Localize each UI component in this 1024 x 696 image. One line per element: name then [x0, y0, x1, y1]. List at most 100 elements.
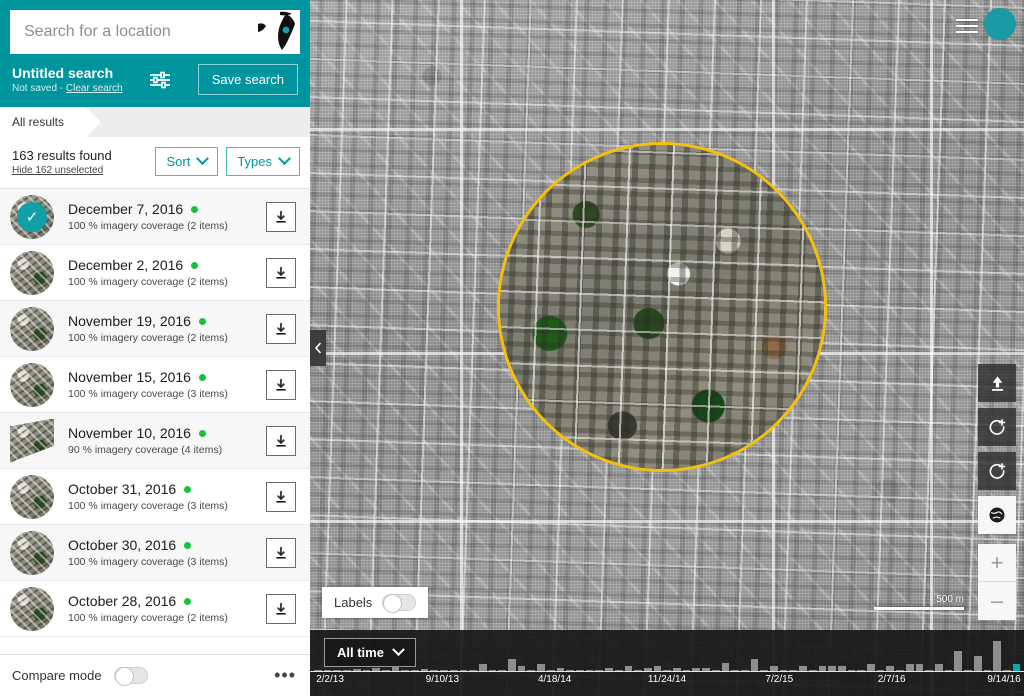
histogram-bar[interactable]: [508, 659, 516, 671]
save-search-button[interactable]: Save search: [197, 64, 298, 95]
download-button[interactable]: [266, 313, 296, 344]
aoi-imagery-fill: [500, 145, 824, 469]
map-road: [460, 0, 463, 696]
histogram-bar[interactable]: [750, 659, 759, 671]
list-item[interactable]: November 19, 2016 100 % imagery coverage …: [0, 301, 310, 357]
thumbnail-wrap: [0, 250, 64, 295]
result-date: October 28, 2016: [68, 593, 266, 609]
histogram-bar[interactable]: [478, 664, 487, 671]
result-date: October 31, 2016: [68, 481, 266, 497]
location-search-bar[interactable]: Search for a location: [10, 10, 300, 54]
list-item[interactable]: October 31, 2016 100 % imagery coverage (…: [0, 469, 310, 525]
basemap-switch-button[interactable]: [978, 496, 1016, 534]
download-button[interactable]: [266, 481, 296, 512]
globe-icon[interactable]: [256, 10, 300, 54]
sort-label: Sort: [166, 154, 191, 169]
list-item[interactable]: October 28, 2016 100 % imagery coverage (…: [0, 581, 310, 637]
result-date-label: November 10, 2016: [68, 425, 191, 441]
saved-search-meta: Untitled search Not saved - Clear search…: [10, 64, 300, 95]
histogram-bar[interactable]: [1012, 664, 1021, 671]
histogram-bar[interactable]: [915, 664, 924, 671]
results-list[interactable]: ✓ December 7, 2016 100 % imagery coverage …: [0, 189, 310, 654]
more-options-icon[interactable]: •••: [274, 665, 296, 686]
result-thumbnail[interactable]: ✓: [10, 194, 54, 239]
scale-bar-line: [874, 607, 964, 610]
sliders-filter-icon[interactable]: [149, 71, 171, 89]
list-item[interactable]: ✓ December 7, 2016 100 % imagery coverage …: [0, 189, 310, 245]
timeline-tick: 9/14/16: [987, 674, 1021, 685]
result-coverage: 100 % imagery coverage (2 items): [68, 332, 228, 344]
labels-toggle-switch[interactable]: [382, 594, 417, 613]
labels-toggle-container[interactable]: Labels: [322, 587, 429, 618]
histogram-bar[interactable]: [973, 656, 982, 671]
compare-mode-label: Compare mode: [12, 668, 102, 683]
map-canvas[interactable]: + – Labels 500 m: [310, 0, 1024, 696]
result-text: October 28, 2016 100 % imagery coverage (…: [64, 593, 266, 624]
zoom-in-button[interactable]: +: [978, 544, 1016, 582]
sidebar-footer: Compare mode •••: [0, 654, 310, 696]
list-item[interactable]: November 15, 2016 100 % imagery coverage …: [0, 357, 310, 413]
labels-toggle-label: Labels: [334, 595, 373, 610]
histogram-bar[interactable]: [721, 663, 730, 671]
result-thumbnail[interactable]: [10, 586, 54, 631]
result-thumbnail[interactable]: [10, 474, 54, 519]
download-button[interactable]: [266, 257, 296, 288]
result-thumbnail[interactable]: [10, 530, 54, 575]
histogram-bar[interactable]: [867, 664, 875, 671]
search-input-placeholder[interactable]: Search for a location: [24, 23, 171, 41]
result-text: November 19, 2016 100 % imagery coverage …: [64, 313, 266, 344]
result-thumbnail[interactable]: [10, 362, 54, 407]
download-button[interactable]: [266, 425, 296, 456]
result-text: December 7, 2016 100 % imagery coverage (…: [64, 201, 266, 232]
result-date: December 7, 2016: [68, 201, 266, 217]
timeline-panel[interactable]: All time 2/2/13 9/10/13 4/18/14 11/24/14 7/2…: [310, 630, 1024, 696]
result-text: November 10, 2016 90 % imagery coverage (…: [64, 425, 266, 456]
histogram-bar[interactable]: [993, 641, 1001, 671]
upload-aoi-button[interactable]: [978, 364, 1016, 402]
histogram-bar[interactable]: [954, 651, 963, 671]
map-scale-bar: 500 m: [874, 594, 964, 610]
zoom-out-button[interactable]: –: [978, 582, 1016, 620]
draw-circle-button[interactable]: [978, 408, 1016, 446]
results-count-block: 163 results found Hide 162 unselected: [12, 148, 112, 176]
types-dropdown[interactable]: Types: [226, 147, 300, 176]
search-header: Search for a location Untitled search No…: [0, 0, 310, 107]
result-thumbnail[interactable]: [10, 250, 54, 295]
timeline-tick: 4/18/14: [537, 674, 572, 685]
hide-unselected-link[interactable]: Hide 162 unselected: [12, 165, 103, 176]
status-dot: [191, 205, 199, 213]
download-button[interactable]: [266, 593, 296, 624]
list-item[interactable]: December 2, 2016 100 % imagery coverage (…: [0, 245, 310, 301]
histogram-bar[interactable]: [537, 664, 545, 671]
compare-mode-toggle[interactable]: [113, 667, 148, 686]
user-avatar[interactable]: [984, 8, 1016, 40]
results-count: 163 results found: [12, 147, 112, 163]
search-title: Untitled search: [12, 64, 114, 81]
zoom-controls: + –: [978, 544, 1016, 620]
download-button[interactable]: [266, 369, 296, 400]
tab-all-results[interactable]: All results: [0, 107, 102, 137]
draw-shape-button[interactable]: [978, 452, 1016, 490]
app-root: + – Labels 500 m All time 2/2/13 9/10/13 4…: [0, 0, 1024, 696]
list-item[interactable]: November 10, 2016 90 % imagery coverage (…: [0, 413, 310, 469]
hamburger-menu-icon[interactable]: [956, 19, 978, 33]
download-button[interactable]: [266, 201, 296, 232]
histogram-bar[interactable]: [935, 664, 943, 671]
sidebar-collapse-handle[interactable]: [310, 330, 326, 366]
list-item[interactable]: October 30, 2016 100 % imagery coverage (…: [0, 525, 310, 581]
result-thumbnail[interactable]: [10, 306, 54, 351]
toggle-knob: [383, 594, 403, 613]
timeline-tick: 2/7/16: [877, 674, 906, 685]
timeline-histogram[interactable]: [310, 639, 1024, 671]
hide-unselected-row: Hide 162 unselected: [12, 165, 112, 176]
histogram-bar[interactable]: [905, 664, 914, 671]
area-of-interest-circle[interactable]: [497, 142, 827, 472]
result-coverage: 100 % imagery coverage (2 items): [68, 276, 228, 288]
result-coverage: 100 % imagery coverage (2 items): [68, 612, 228, 624]
result-thumbnail[interactable]: [10, 418, 54, 463]
sort-dropdown[interactable]: Sort: [155, 147, 219, 176]
results-tabbar: All results: [0, 107, 310, 137]
download-button[interactable]: [266, 537, 296, 568]
thumbnail-wrap: [0, 306, 64, 351]
clear-search-link[interactable]: Clear search: [66, 83, 123, 94]
